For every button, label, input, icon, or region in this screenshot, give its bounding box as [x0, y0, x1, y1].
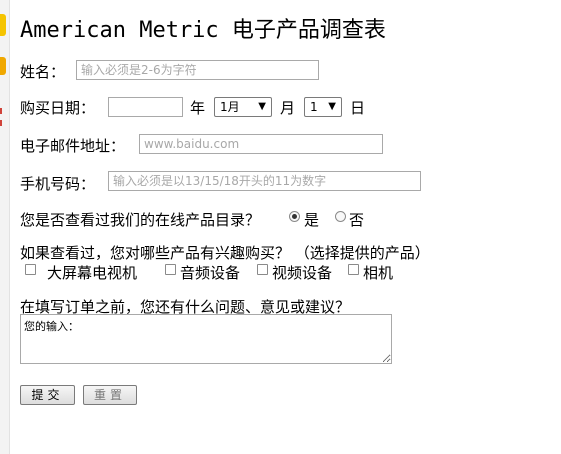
radio-no[interactable] — [335, 211, 346, 222]
submit-button[interactable]: 提交 — [20, 385, 75, 405]
checkbox-product-audio[interactable] — [165, 264, 176, 275]
name-input[interactable] — [76, 60, 319, 80]
radio-no-label: 否 — [349, 211, 365, 229]
interest-question: 如果查看过，您对哪些产品有兴趣购买？ （选择提供的产品） — [20, 244, 430, 262]
product-label-audio: 音频设备 — [180, 264, 241, 282]
year-unit: 年 — [190, 99, 206, 117]
product-label-video: 视频设备 — [272, 264, 333, 282]
checkbox-product-camera[interactable] — [348, 264, 359, 275]
radio-yes[interactable] — [289, 211, 300, 222]
chevron-down-icon: ▼ — [258, 101, 266, 112]
name-label: 姓名： — [20, 63, 66, 81]
edge-marker-dashed — [0, 108, 6, 126]
edge-marker-yellow — [0, 14, 6, 36]
date-label: 购买日期： — [20, 99, 96, 117]
email-label: 电子邮件地址： — [20, 137, 126, 155]
phone-input[interactable] — [108, 171, 421, 191]
month-select-value: 1月 — [220, 100, 240, 114]
chevron-down-icon: ▼ — [328, 101, 336, 112]
day-unit: 日 — [350, 99, 366, 117]
left-edge-bar — [0, 0, 10, 454]
checkbox-product-tv[interactable] — [25, 264, 36, 275]
day-select[interactable]: 1 ▼ — [304, 97, 342, 117]
checkbox-product-video[interactable] — [257, 264, 268, 275]
product-label-tv: 大屏幕电视机 — [47, 264, 138, 282]
month-unit: 月 — [280, 99, 296, 117]
page-title: American Metric 电子产品调查表 — [20, 18, 386, 43]
product-label-camera: 相机 — [363, 264, 394, 282]
edge-marker-orange — [0, 57, 6, 75]
email-input[interactable] — [139, 134, 383, 154]
month-select[interactable]: 1月 ▼ — [214, 97, 272, 117]
radio-yes-label: 是 — [304, 211, 320, 229]
feedback-textarea[interactable]: 您的输入： — [20, 314, 392, 364]
year-input[interactable] — [108, 97, 183, 117]
phone-label: 手机号码： — [20, 175, 96, 193]
catalog-question: 您是否查看过我们的在线产品目录？ — [20, 211, 261, 229]
day-select-value: 1 — [310, 100, 318, 114]
reset-button[interactable]: 重置 — [83, 385, 137, 405]
